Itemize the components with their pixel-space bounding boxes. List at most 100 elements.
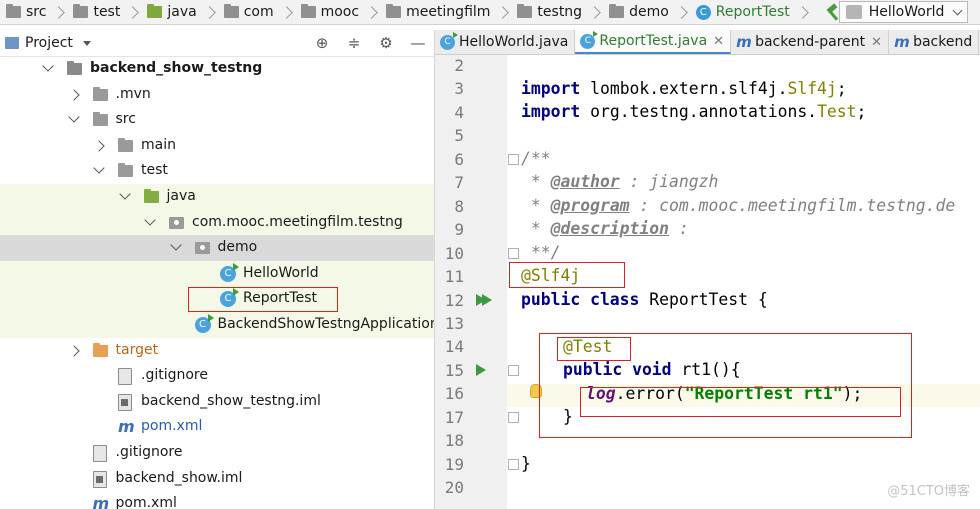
tree-item-label: .mvn (115, 85, 151, 102)
tree-item[interactable]: target (0, 338, 434, 364)
tree-item[interactable]: backend_show_testng (0, 56, 434, 82)
chevron-right-icon (279, 5, 293, 19)
tree-item[interactable]: test (0, 158, 434, 184)
collapse-all-icon[interactable]: ≑ (346, 35, 362, 51)
package-icon (194, 242, 210, 255)
project-panel-header: Project ⊕ ≑ ⚙ — (0, 30, 434, 57)
breadcrumb-meetingfilm[interactable]: meetingfilm (380, 0, 511, 24)
breadcrumb-demo[interactable]: demo (603, 0, 690, 24)
line-number: 4 (454, 102, 464, 122)
chevron-right-icon[interactable] (67, 88, 80, 101)
breadcrumb-java[interactable]: java (141, 0, 217, 24)
tree-item-label: main (141, 136, 176, 153)
tree-item-label: pom.xml (141, 418, 203, 435)
tree-item[interactable]: C HelloWorld (0, 260, 434, 287)
chevron-down-icon[interactable] (82, 40, 91, 46)
chevron-down-icon[interactable] (67, 111, 80, 123)
code-line-9[interactable]: * @description : (521, 219, 689, 238)
iml-file-icon (92, 470, 107, 488)
code-line-3[interactable]: import lombok.extern.slf4j.Slf4j; (521, 79, 847, 98)
locate-target-icon[interactable]: ⊕ (314, 35, 330, 51)
fold-toggle-icon[interactable] (508, 412, 519, 423)
package-icon (609, 4, 625, 18)
line-number: 12 (444, 290, 464, 310)
chevron-right-icon[interactable] (67, 344, 80, 357)
tree-item[interactable]: .mvn (0, 82, 434, 108)
fold-toggle-icon[interactable] (508, 248, 519, 259)
fold-toggle-icon[interactable] (508, 154, 519, 165)
tree-item[interactable]: backend_show_testng.iml (0, 389, 434, 415)
tree-item[interactable]: backend_show.iml (0, 466, 434, 492)
fold-toggle-icon[interactable] (508, 365, 519, 376)
editor-tab-bar: C HelloWorld.java C ReportTest.java ✕ m back… (435, 30, 980, 55)
close-icon[interactable]: ✕ (871, 35, 882, 50)
breadcrumb-test[interactable]: test (67, 0, 141, 24)
code-line-10[interactable]: **/ (521, 243, 561, 262)
tree-item[interactable]: demo (0, 235, 434, 261)
tree-item[interactable]: com.mooc.meetingfilm.testng (0, 209, 434, 236)
tab-reporttest[interactable]: C ReportTest.java ✕ (575, 30, 732, 54)
line-number: 9 (454, 220, 464, 240)
tree-item-label: demo (217, 239, 258, 256)
breadcrumb-reporttest[interactable]: C ReportTest (690, 0, 811, 24)
run-config-icon (845, 5, 862, 19)
line-number: 10 (444, 243, 464, 263)
code-line-6[interactable]: /** (521, 149, 551, 168)
tree-item[interactable]: src (0, 107, 434, 133)
tree-item[interactable]: C BackendShowTestngApplicationT (0, 312, 434, 338)
run-test-icon[interactable] (476, 364, 486, 376)
breadcrumb-mooc[interactable]: mooc (295, 0, 380, 24)
chevron-right-icon (795, 5, 809, 19)
run-configuration-select[interactable]: HelloWorld (838, 1, 969, 23)
breadcrumb-com[interactable]: com (218, 0, 295, 24)
chevron-down-icon[interactable] (118, 188, 131, 200)
run-class-icon[interactable] (482, 294, 492, 306)
line-number: 20 (444, 478, 464, 498)
chevron-down-icon[interactable] (144, 213, 156, 226)
tree-item-label: test (141, 162, 168, 179)
close-icon[interactable]: ✕ (713, 34, 724, 49)
gitignore-file-icon (92, 445, 107, 462)
code-line-19[interactable]: } (521, 454, 531, 473)
tree-item-label: backend_show_testng (90, 60, 263, 76)
package-icon (517, 4, 533, 18)
code-line-8[interactable]: * @program : com.mooc.meetingfilm.testng… (521, 196, 955, 215)
tab-helloworld[interactable]: C HelloWorld.java (435, 30, 576, 54)
highlight-box-slf4j (509, 262, 625, 288)
line-number: 17 (444, 407, 464, 427)
chevron-right-icon (126, 5, 140, 19)
breadcrumb-testng[interactable]: testng (511, 0, 603, 24)
breadcrumb-src[interactable]: src (0, 0, 67, 24)
tree-item[interactable]: m pom.xml (0, 491, 434, 509)
package-icon (300, 4, 316, 18)
tab-backend[interactable]: m backend (889, 30, 980, 54)
tree-item[interactable]: .gitignore (0, 363, 434, 389)
line-number: 7 (454, 173, 464, 193)
tree-item[interactable]: .gitignore (0, 440, 434, 466)
chevron-down-icon[interactable] (169, 239, 182, 251)
highlight-box-reporttest (188, 287, 338, 312)
minimize-icon[interactable]: — (410, 35, 426, 51)
project-panel-title[interactable]: Project (25, 35, 73, 51)
package-icon (386, 4, 402, 18)
tree-item[interactable]: java (0, 184, 434, 210)
package-icon (223, 4, 239, 18)
code-line-7[interactable]: * @author : jiangzh (521, 172, 719, 191)
code-line-4[interactable]: import org.testng.annotations.Test; (521, 102, 866, 121)
gear-icon[interactable]: ⚙ (378, 35, 394, 51)
line-number: 11 (444, 267, 464, 287)
line-number: 19 (444, 454, 464, 474)
fold-toggle-icon[interactable] (508, 459, 519, 470)
tree-item-label: backend_show.iml (115, 469, 243, 486)
chevron-down-icon[interactable] (42, 60, 54, 72)
tab-backend-parent[interactable]: m backend-parent ✕ (731, 30, 890, 54)
tree-item-label: BackendShowTestngApplicationT (217, 316, 435, 332)
line-number: 3 (454, 79, 464, 99)
chevron-right-icon[interactable] (93, 140, 105, 152)
tree-item[interactable]: m pom.xml (0, 414, 434, 440)
tree-item[interactable]: main (0, 133, 434, 159)
line-number: 15 (444, 360, 464, 380)
folder-icon (118, 163, 133, 178)
code-line-12[interactable]: public class ReportTest { (521, 290, 768, 309)
chevron-down-icon[interactable] (93, 162, 105, 175)
